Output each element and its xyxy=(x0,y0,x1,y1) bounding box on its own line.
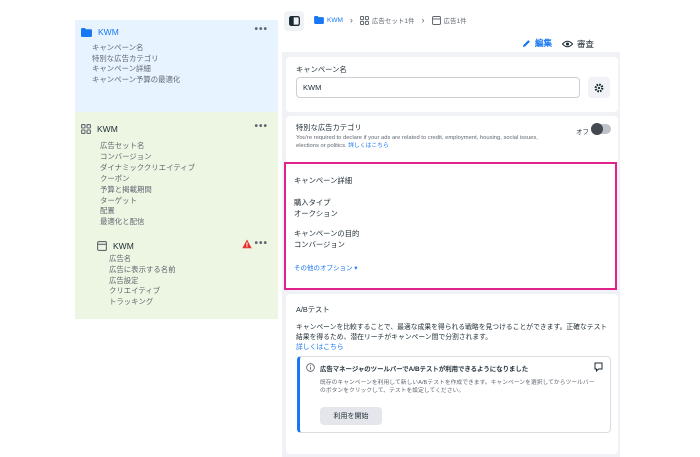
nav-ad-item[interactable]: 広告設定 xyxy=(109,276,176,287)
ad-page-icon xyxy=(431,15,441,25)
nav-adset-header[interactable]: KWM xyxy=(81,124,118,134)
nav-separator xyxy=(75,112,278,119)
nav-ad-item[interactable]: 広告に表示する名前 xyxy=(109,265,176,276)
campaign-name-settings-button[interactable] xyxy=(588,77,610,98)
eye-icon xyxy=(562,40,574,48)
campaign-name-label: キャンペーン名 xyxy=(296,65,347,74)
nav-campaign-title: KWM xyxy=(98,27,119,37)
nav-ad-group[interactable]: KWM ••• 広告名 広告に表示する名前 広告設定 クリエイティブ トラッキン… xyxy=(75,235,278,319)
special-category-section: 特別な広告カテゴリ You're required to declare if … xyxy=(286,116,618,163)
left-navigation: KWM ••• キャンペーン名 特別な広告カテゴリ キャンペーン詳細 キャンペー… xyxy=(75,0,278,319)
nav-campaign-item[interactable]: キャンペーン詳細 xyxy=(92,64,180,75)
adset-more-icon[interactable]: ••• xyxy=(254,121,268,132)
ad-page-icon xyxy=(97,241,107,251)
sidebar-toggle-icon xyxy=(288,16,300,26)
grid-icon xyxy=(81,124,91,134)
breadcrumb-ad[interactable]: 広告1件 xyxy=(431,15,467,25)
nav-campaign-header[interactable]: KWM xyxy=(81,27,119,37)
nav-adset-item[interactable]: 予算と掲載期間 xyxy=(100,185,195,196)
toggle-sidebar-button[interactable] xyxy=(284,11,304,31)
tab-edit-label: 編集 xyxy=(535,38,553,48)
special-category-desc-text: You're required to declare if your ads a… xyxy=(296,135,538,150)
ab-test-desc-text: キャンペーンを比較することで、最適な成果を得られる戦略を見つけることができます。… xyxy=(296,324,608,342)
nav-campaign-group[interactable]: KWM ••• キャンペーン名 特別な広告カテゴリ キャンペーン詳細 キャンペー… xyxy=(75,20,278,112)
nav-ad-item[interactable]: クリエイティブ xyxy=(109,286,176,297)
ad-more-icon[interactable]: ••• xyxy=(254,238,268,249)
nav-ad-header[interactable]: KWM xyxy=(97,241,134,251)
chevron-right-icon: › xyxy=(349,15,353,25)
special-category-learn-more-link[interactable]: 詳しくはこちら xyxy=(348,143,389,149)
nav-adset-item[interactable]: クーポン xyxy=(100,174,195,185)
buy-type-value: オークション xyxy=(294,209,338,218)
objective-label: キャンペーンの目的 xyxy=(294,229,360,238)
folder-icon xyxy=(81,27,92,37)
nav-adset-title: KWM xyxy=(97,124,118,134)
breadcrumb-ad-label: 広告1件 xyxy=(443,18,467,25)
ab-test-info-box: 広告マネージャのツールバーでA/Bテストが利用できるようになりました 既存のキャ… xyxy=(297,356,611,433)
gear-icon xyxy=(594,83,604,92)
info-icon xyxy=(306,363,315,372)
nav-ad-sections: 広告名 広告に表示する名前 広告設定 クリエイティブ トラッキング xyxy=(109,254,176,308)
special-category-toggle-label: オフ xyxy=(576,129,589,136)
breadcrumb-campaign[interactable]: KWM xyxy=(314,16,343,24)
breadcrumb-adset-label: 広告セット1件 xyxy=(371,18,415,25)
ab-test-description: キャンペーンを比較することで、最適な成果を得られる戦略を見つけることができます。… xyxy=(296,323,612,354)
grid-icon xyxy=(359,15,369,25)
special-category-description: You're required to declare if your ads a… xyxy=(296,134,558,151)
nav-adset-group[interactable]: KWM ••• 広告セット名 コンバージョン ダイナミッククリエイティブ クーポ… xyxy=(75,119,278,235)
nav-ad-item[interactable]: トラッキング xyxy=(109,297,176,308)
campaign-details-title: キャンペーン詳細 xyxy=(294,176,353,185)
nav-adset-item[interactable]: 配置 xyxy=(100,206,195,217)
special-category-title: 特別な広告カテゴリ xyxy=(296,123,362,132)
campaign-name-section: キャンペーン名 KWM xyxy=(286,57,618,112)
nav-campaign-sections: キャンペーン名 特別な広告カテゴリ キャンペーン詳細 キャンペーン予算の最適化 xyxy=(92,43,180,85)
toggle-knob xyxy=(591,123,603,135)
campaign-details-section: キャンペーン詳細 購入タイプ オークション キャンペーンの目的 コンバージョン … xyxy=(284,162,617,290)
breadcrumb-campaign-label: KWM xyxy=(327,16,343,24)
folder-icon xyxy=(314,16,324,24)
nav-adset-item[interactable]: 広告セット名 xyxy=(100,141,195,152)
objective-value: コンバージョン xyxy=(294,240,345,249)
special-category-toggle[interactable] xyxy=(591,123,611,135)
feedback-icon[interactable] xyxy=(594,362,603,372)
top-bar: KWM › 広告セット1件 › 広告1件 編集 審査 xyxy=(282,10,620,55)
nav-adset-item[interactable]: コンバージョン xyxy=(100,152,195,163)
nav-adset-item[interactable]: ダイナミッククリエイティブ xyxy=(100,163,195,174)
nav-ad-item[interactable]: 広告名 xyxy=(109,254,176,265)
ab-test-section: A/Bテスト キャンペーンを比較することで、最適な成果を得られる戦略を見つけるこ… xyxy=(286,294,618,454)
ab-test-info-body: 既存のキャンペーンを利用して新しいA/Bテストを作成できます。キャンペーンを選択… xyxy=(320,380,595,395)
chevron-right-icon: › xyxy=(421,15,425,25)
nav-adset-sections: 広告セット名 コンバージョン ダイナミッククリエイティブ クーポン 予算と掲載期… xyxy=(100,141,195,228)
nav-campaign-item[interactable]: 特別な広告カテゴリ xyxy=(92,54,180,65)
warning-icon[interactable] xyxy=(242,239,252,249)
buy-type-label: 購入タイプ xyxy=(294,198,331,207)
nav-adset-item[interactable]: ターゲット xyxy=(100,196,195,207)
tab-review-label: 審査 xyxy=(577,39,595,49)
breadcrumb: KWM › 広告セット1件 › 広告1件 xyxy=(314,15,467,25)
nav-ad-title: KWM xyxy=(113,241,134,251)
campaign-name-input[interactable]: KWM xyxy=(296,77,580,98)
breadcrumb-adset[interactable]: 広告セット1件 xyxy=(359,15,415,25)
pencil-icon xyxy=(522,39,530,47)
campaign-more-icon[interactable]: ••• xyxy=(254,24,268,35)
get-started-button[interactable]: 利用を開始 xyxy=(320,407,382,425)
ab-test-learn-more-link[interactable]: 詳しくはこちら xyxy=(296,344,344,351)
nav-campaign-item[interactable]: キャンペーン名 xyxy=(92,43,180,54)
nav-adset-item[interactable]: 最適化と配信 xyxy=(100,217,195,228)
more-options-link[interactable]: その他のオプション ▾ xyxy=(294,262,358,272)
ab-test-title: A/Bテスト xyxy=(296,305,330,314)
nav-campaign-item[interactable]: キャンペーン予算の最適化 xyxy=(92,75,180,86)
ab-test-info-title: 広告マネージャのツールバーでA/Bテストが利用できるようになりました xyxy=(320,366,529,373)
